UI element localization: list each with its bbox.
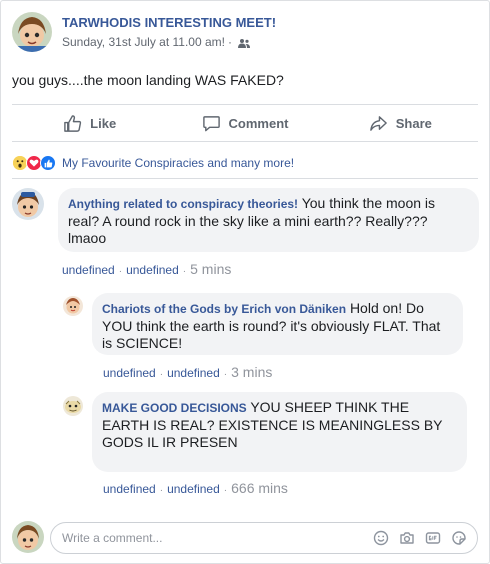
reply-avatar[interactable] <box>63 296 83 316</box>
meta-separator: · <box>227 35 232 49</box>
comment-input[interactable]: Write a comment... <box>50 522 478 554</box>
sticker-icon[interactable] <box>451 530 467 546</box>
comment-avatar[interactable] <box>12 188 44 220</box>
reply-time[interactable]: 666 mins <box>231 480 288 496</box>
author-avatar[interactable] <box>12 12 52 52</box>
meta-dot: · <box>159 369 164 380</box>
reply-reply-link[interactable]: undefined <box>167 482 220 496</box>
reply-time[interactable]: 3 mins <box>231 364 272 380</box>
reply-bubble: MAKE GOOD DECISIONS YOU SHEEP THINK THE … <box>92 392 467 472</box>
post-body-text: you guys....the moon landing WAS FAKED? <box>12 72 284 88</box>
comment-label: Comment <box>228 115 289 131</box>
comment-like-link[interactable]: undefined <box>62 263 115 277</box>
composer-tools <box>373 530 467 546</box>
camera-icon[interactable] <box>399 530 415 546</box>
composer-avatar <box>12 521 44 553</box>
reply-meta: undefined · undefined · 3 mins <box>103 364 272 380</box>
share-label: Share <box>395 115 432 131</box>
reply-like-link[interactable]: undefined <box>103 366 156 380</box>
emoji-icon[interactable] <box>373 530 389 546</box>
meta-dot: · <box>118 266 123 277</box>
reactions-label: My Favourite Conspiracies and many more! <box>62 156 295 170</box>
comment-button[interactable]: Comment <box>167 105 322 141</box>
reply-author[interactable]: MAKE GOOD DECISIONS <box>102 401 247 415</box>
reactions-divider <box>12 178 478 179</box>
comment-time[interactable]: 5 mins <box>190 261 231 277</box>
post-author[interactable]: TARWHODIS INTERESTING MEET! <box>62 15 276 30</box>
reply-like-link[interactable]: undefined <box>103 482 156 496</box>
like-button[interactable]: Like <box>12 105 167 141</box>
like-label: Like <box>90 115 117 131</box>
post-meta: Sunday, 31st July at 11.00 am! · <box>62 35 250 49</box>
reactions-summary[interactable]: My Favourite Conspiracies and many more! <box>12 154 294 172</box>
comment-reply-link[interactable]: undefined <box>126 263 179 277</box>
meta-dot: · <box>182 266 187 277</box>
comment-author[interactable]: Anything related to conspiracy theories! <box>68 197 298 211</box>
audience-friends-icon[interactable] <box>237 37 250 48</box>
speech-bubble-icon <box>202 115 220 131</box>
reply-meta: undefined · undefined · 666 mins <box>103 480 288 496</box>
post-action-bar: Like Comment Share <box>12 104 478 142</box>
share-button[interactable]: Share <box>323 105 478 141</box>
comment-input-placeholder: Write a comment... <box>62 531 163 545</box>
thumbs-up-icon <box>64 114 82 132</box>
reply-reply-link[interactable]: undefined <box>167 366 220 380</box>
like-reaction-icon <box>40 155 56 171</box>
gif-icon[interactable] <box>425 530 441 546</box>
reply-author[interactable]: Chariots of the Gods by Erich von Dänike… <box>102 302 346 316</box>
meta-dot: · <box>223 485 228 496</box>
share-arrow-icon <box>369 115 387 131</box>
reply-avatar[interactable] <box>63 396 83 416</box>
reply-bubble: Chariots of the Gods by Erich von Dänike… <box>92 293 463 355</box>
meta-dot: · <box>223 369 228 380</box>
meta-dot: · <box>159 485 164 496</box>
comment-meta: undefined · undefined · 5 mins <box>62 261 231 277</box>
post-timestamp[interactable]: Sunday, 31st July at 11.00 am! <box>62 35 225 49</box>
comment-bubble: Anything related to conspiracy theories!… <box>58 188 479 252</box>
